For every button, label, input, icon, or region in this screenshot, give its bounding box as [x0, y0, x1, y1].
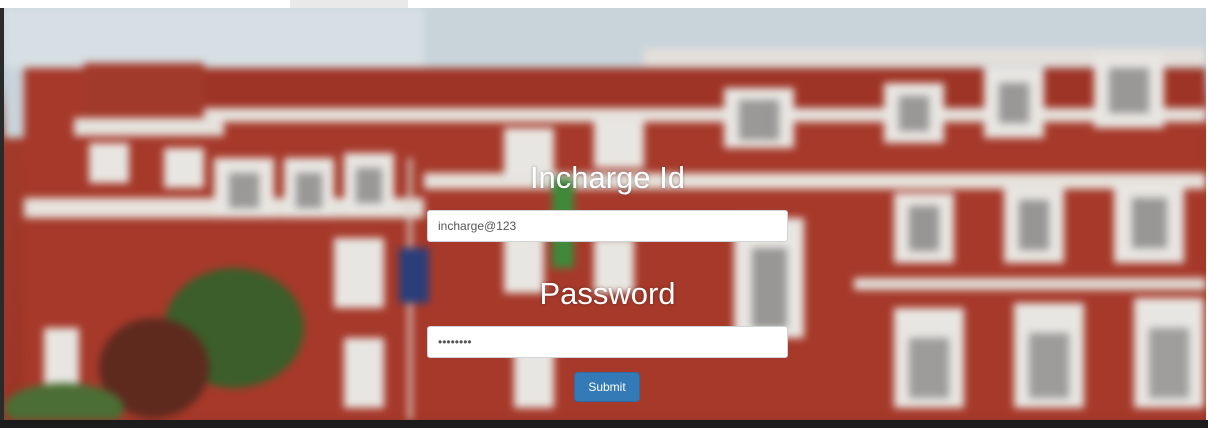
- top-tab: [290, 0, 408, 8]
- password-label: Password: [539, 276, 676, 311]
- password-input[interactable]: [427, 326, 788, 358]
- incharge-id-label: Incharge Id: [529, 160, 686, 195]
- incharge-id-input[interactable]: [427, 210, 788, 242]
- login-page: Incharge Id Password Submit: [0, 0, 1208, 428]
- bottom-strip: [0, 420, 1208, 428]
- top-strip: [0, 0, 1208, 8]
- submit-button[interactable]: Submit: [574, 372, 640, 402]
